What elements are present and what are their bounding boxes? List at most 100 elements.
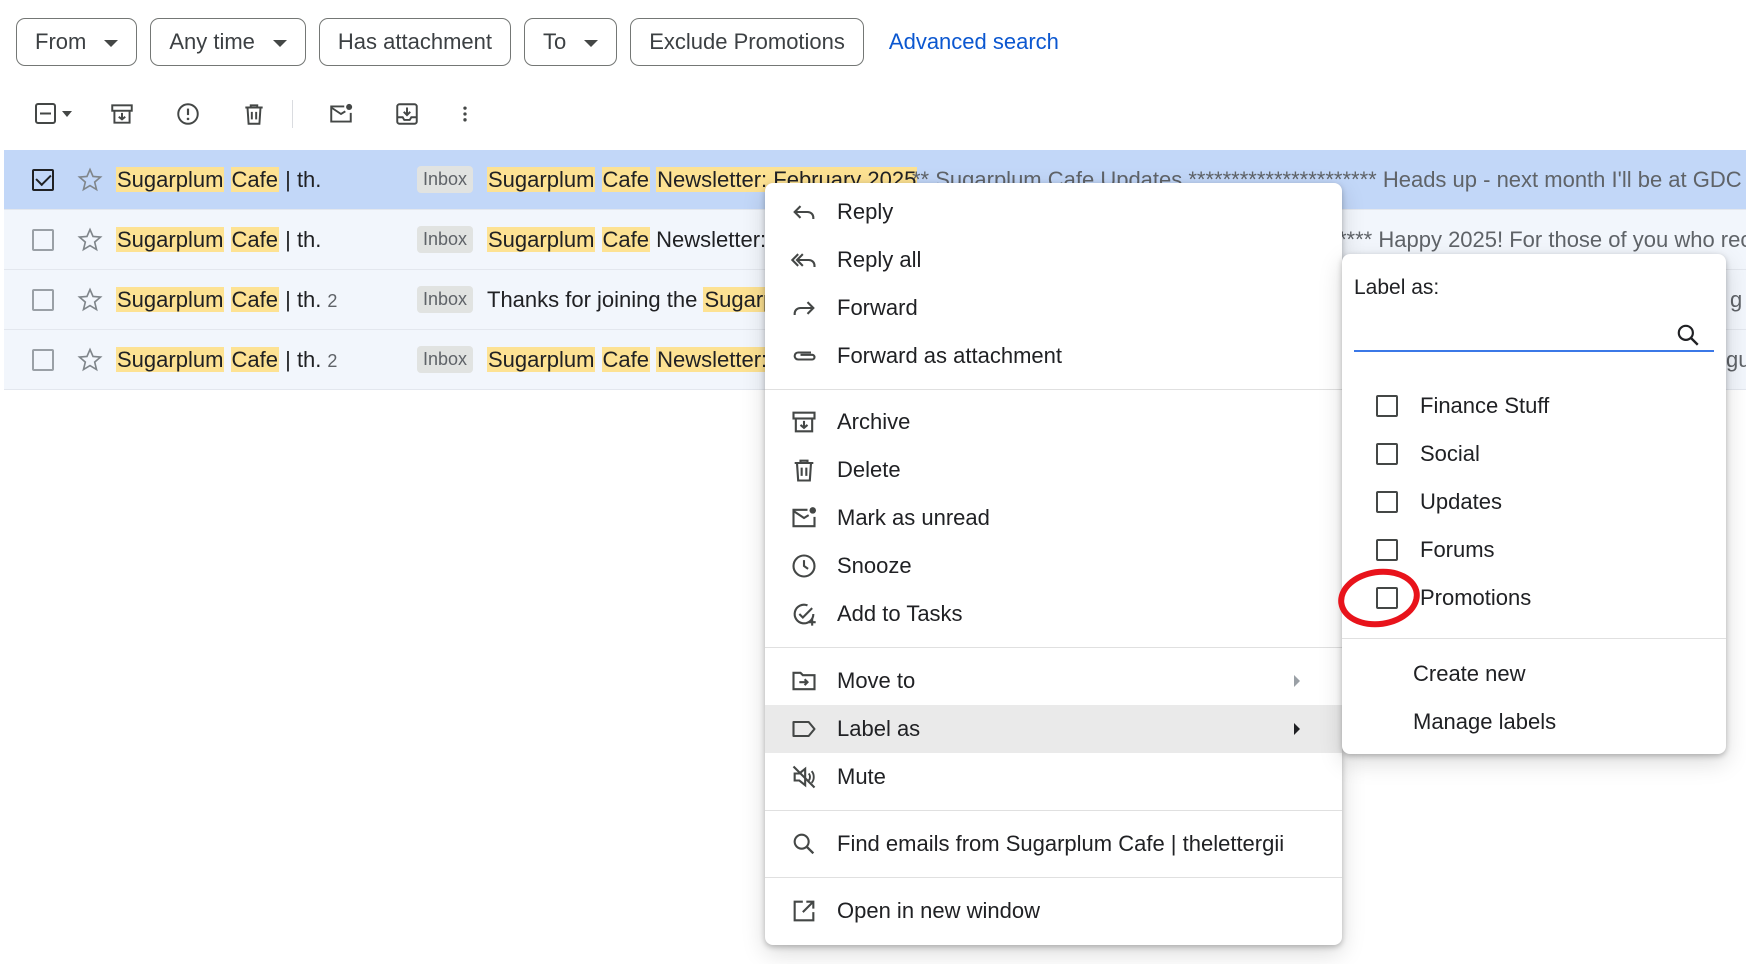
menu-item-archive[interactable]: Archive [765,398,1342,446]
select-all-button[interactable] [28,96,80,132]
label-option-forums[interactable]: Forums [1376,530,1495,570]
star-icon[interactable] [76,286,104,314]
filter-chip-to[interactable]: To [524,18,618,66]
move-to-folder-icon [792,671,816,691]
menu-item-label: Forward as attachment [837,343,1062,368]
chevron-down-icon [584,39,599,47]
chevron-right-icon [1294,723,1300,735]
email-subject: Thanks for joining the Sugarpl [487,286,782,312]
search-icon[interactable] [1675,322,1701,348]
mark-unread-icon [792,507,817,528]
star-icon[interactable] [76,346,104,374]
open-in-new-icon [793,900,815,922]
menu-item-label: Label as [837,716,921,741]
clock-icon [792,554,816,578]
chevron-down-icon [104,39,119,47]
row-checkbox[interactable] [32,168,54,191]
label-option-text: Social [1420,441,1480,466]
menu-item-mark-unread[interactable]: Mark as unread [765,494,1342,542]
archive-button[interactable] [104,96,140,132]
thread-count: 2 [327,350,338,371]
menu-divider [765,810,1342,811]
chevron-down-icon [272,39,287,47]
label-menu-title: Label as: [1354,276,1440,299]
report-spam-button[interactable] [170,96,206,132]
reply-all-icon [790,253,816,267]
email-snippet: gu [1726,346,1746,372]
menu-item-label: Reply [837,199,894,224]
menu-item-add-to-tasks[interactable]: Add to Tasks [765,590,1342,638]
mark-unread-button[interactable] [323,96,359,132]
menu-item-forward-as-attachment[interactable]: Forward as attachment [765,332,1342,380]
email-snippet: **** Happy 2025! For those of you who re… [1338,226,1746,252]
menu-item-label: Archive [837,409,911,434]
row-checkbox[interactable] [32,288,54,311]
menu-item-forward[interactable]: Forward [765,284,1342,332]
chevron-right-icon [1294,675,1300,687]
menu-item-label: Mute [837,764,886,789]
label-option-text: Updates [1420,489,1502,514]
label-search-input[interactable] [1354,318,1714,352]
delete-button[interactable] [236,96,272,132]
advanced-search-link[interactable]: Advanced search [889,29,1059,55]
menu-item-label: Mark as unread [837,505,990,530]
row-checkbox[interactable] [32,228,54,251]
label-checkbox[interactable] [1376,539,1398,561]
menu-item-move-to[interactable]: Move to [765,657,1342,705]
filter-chip-has-attachment[interactable]: Has attachment [318,18,511,66]
toolbar-divider [292,100,293,128]
manage-labels-button[interactable]: Manage labels [1413,709,1556,735]
menu-item-label: Reply all [837,247,922,272]
thread-count: 2 [327,290,338,311]
label-checkbox[interactable] [1376,395,1398,417]
filter-chip-exclude-promotions[interactable]: Exclude Promotions [630,18,864,66]
label-checkbox[interactable] [1376,443,1398,465]
attachment-icon [793,351,816,361]
menu-item-mute[interactable]: Mute [765,753,1342,801]
sender-name: Sugarplum Cafe | th. 2 [116,346,338,372]
menu-item-reply[interactable]: Reply [765,188,1342,236]
email-subject: Sugarplum Cafe Newsletter: D [487,346,791,372]
report-spam-icon [177,103,199,125]
row-checkbox[interactable] [32,348,54,371]
label-option-text: Finance Stuff [1420,393,1550,418]
sender-name: Sugarplum Cafe | th. [116,226,322,252]
more-options-button[interactable] [455,96,475,132]
filter-chip-from[interactable]: From [16,18,138,66]
sender-name: Sugarplum Cafe | th. [116,166,322,192]
star-icon[interactable] [76,226,104,254]
filter-chip-any-time[interactable]: Any time [150,18,306,66]
menu-item-label-as[interactable]: Label as [765,705,1342,753]
menu-divider [765,877,1342,878]
archive-icon [792,411,816,433]
menu-item-label: Snooze [837,553,912,578]
reply-icon [793,205,815,219]
mail-toolbar [28,96,505,132]
menu-item-open-in-new-window[interactable]: Open in new window [765,887,1342,935]
mark-unread-icon [330,103,353,123]
chip-label: Exclude Promotions [649,29,845,54]
star-icon[interactable] [76,166,104,194]
chip-label: Any time [169,29,255,54]
menu-item-delete[interactable]: Delete [765,446,1342,494]
menu-item-label: Move to [837,668,916,693]
menu-item-label: Open in new window [837,898,1041,923]
label-option-social[interactable]: Social [1376,434,1480,474]
move-to-inbox-button[interactable] [389,96,425,132]
chip-label: To [543,29,567,54]
email-subject: Sugarplum Cafe Newsletter: J [487,226,784,252]
label-checkbox[interactable] [1376,491,1398,513]
menu-item-snooze[interactable]: Snooze [765,542,1342,590]
label-icon [792,720,816,738]
menu-item-reply-all[interactable]: Reply all [765,236,1342,284]
label-option-finance-stuff[interactable]: Finance Stuff [1376,386,1549,426]
menu-item-find-emails-from-sender[interactable]: Find emails from Sugarplum Cafe | thelet… [765,820,1342,868]
inbox-label-badge: Inbox [417,286,474,313]
delete-icon [794,459,814,482]
label-option-updates[interactable]: Updates [1376,482,1502,522]
move-to-inbox-icon [396,103,418,125]
delete-icon [245,104,263,125]
more-vert-icon [463,106,467,122]
label-option-text: Forums [1420,537,1495,562]
create-new-label-button[interactable]: Create new [1413,661,1526,687]
